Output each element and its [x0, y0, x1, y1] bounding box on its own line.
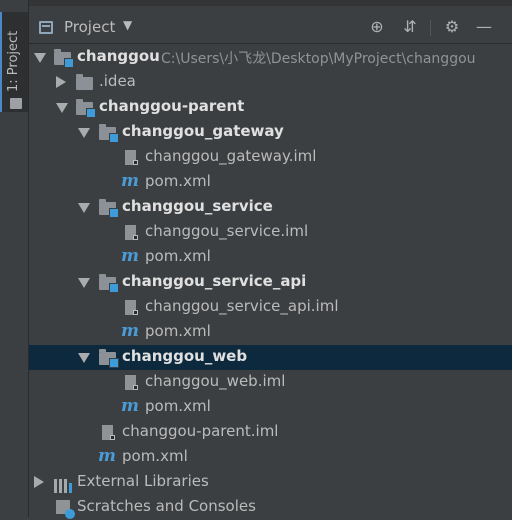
tree-row-web-pom[interactable]: m pom.xml: [29, 395, 512, 420]
gear-icon[interactable]: ⚙: [442, 17, 462, 37]
tree-label-web: changgou_web: [122, 347, 248, 365]
tree-label-scratches: Scratches and Consoles: [77, 497, 256, 515]
library-icon: [54, 475, 72, 493]
project-tree: changgou C:\Users\小飞龙\Desktop\MyProject\…: [29, 45, 512, 520]
top-edge: [0, 0, 512, 6]
tree-root-path: C:\Users\小飞龙\Desktop\MyProject\changgou: [161, 51, 476, 67]
tree-row-gateway-iml[interactable]: changgou_gateway.iml: [29, 145, 512, 170]
tree-row-service[interactable]: changgou_service: [29, 195, 512, 220]
tree-row-parent[interactable]: changgou-parent: [29, 95, 512, 120]
tree-row-service-api-iml[interactable]: changgou_service_api.iml: [29, 295, 512, 320]
chevron-down-icon[interactable]: ▼: [123, 18, 132, 32]
tree-row-parent-pom[interactable]: m pom.xml: [29, 445, 512, 470]
tree-label-root: changgou: [77, 47, 160, 65]
view-selector-title[interactable]: Project: [64, 18, 115, 36]
tree-label-service-iml: changgou_service.iml: [145, 222, 309, 240]
tree-label-parent-pom: pom.xml: [122, 447, 188, 465]
tree-label-external-libraries: External Libraries: [77, 472, 209, 490]
tree-row-idea[interactable]: .idea: [29, 70, 512, 95]
tree-label-parent-iml: changgou-parent.iml: [122, 422, 279, 440]
tree-label-idea: .idea: [99, 72, 136, 90]
module-folder-icon: [99, 124, 119, 143]
iml-file-icon: [125, 375, 138, 390]
iml-file-icon: [125, 300, 138, 315]
tree-label-service: changgou_service: [122, 197, 273, 215]
locate-icon[interactable]: ⊕: [367, 17, 387, 37]
tree-row-gateway[interactable]: changgou_gateway: [29, 120, 512, 145]
collapse-arrow-icon[interactable]: [34, 476, 44, 488]
tree-label-gateway-iml: changgou_gateway.iml: [145, 147, 317, 165]
tree-label-web-pom: pom.xml: [145, 397, 211, 415]
tree-row-external-libraries[interactable]: External Libraries: [29, 470, 512, 495]
collapse-arrow-icon[interactable]: [56, 76, 66, 88]
tree-label-gateway: changgou_gateway: [122, 122, 284, 140]
collapse-all-icon[interactable]: ⇵: [400, 17, 420, 37]
tree-row-web[interactable]: changgou_web: [29, 345, 512, 370]
maven-icon: m: [98, 446, 116, 466]
tree-label-service-api: changgou_service_api: [122, 272, 307, 290]
tree-row-gateway-pom[interactable]: m pom.xml: [29, 170, 512, 195]
module-folder-icon: [99, 349, 119, 368]
tree-row-service-pom[interactable]: m pom.xml: [29, 245, 512, 270]
iml-file-icon: [102, 425, 115, 440]
header-divider: [430, 20, 431, 36]
tree-row-service-api-pom[interactable]: m pom.xml: [29, 320, 512, 345]
folder-icon: [76, 74, 93, 90]
tree-label-service-api-iml: changgou_service_api.iml: [145, 297, 339, 315]
tree-row-service-iml[interactable]: changgou_service.iml: [29, 220, 512, 245]
tree-row-web-iml[interactable]: changgou_web.iml: [29, 370, 512, 395]
expand-arrow-icon[interactable]: [78, 128, 90, 138]
maven-icon: m: [121, 321, 139, 341]
tree-row-root[interactable]: changgou C:\Users\小飞龙\Desktop\MyProject\…: [29, 45, 512, 70]
project-tool-tab[interactable]: 1: Project: [0, 12, 28, 112]
iml-file-icon: [125, 150, 138, 165]
project-panel-header: Project ▼ ⊕ ⇵ ⚙ —: [29, 12, 512, 44]
tree-row-parent-iml[interactable]: changgou-parent.iml: [29, 420, 512, 445]
tree-label-parent: changgou-parent: [99, 97, 245, 115]
maven-icon: m: [121, 396, 139, 416]
window-icon: [39, 21, 53, 34]
tree-row-service-api[interactable]: changgou_service_api: [29, 270, 512, 295]
maven-icon: m: [121, 246, 139, 266]
module-folder-icon: [76, 99, 96, 118]
expand-arrow-icon[interactable]: [56, 103, 68, 113]
tree-row-scratches[interactable]: Scratches and Consoles: [29, 495, 512, 520]
project-tool-tab-label: 1: Project: [6, 30, 21, 92]
module-folder-icon: [54, 49, 74, 68]
tree-label-web-iml: changgou_web.iml: [145, 372, 286, 390]
tree-label-service-api-pom: pom.xml: [145, 322, 211, 340]
tree-label-service-pom: pom.xml: [145, 247, 211, 265]
scratches-icon: [56, 500, 75, 519]
hide-icon[interactable]: —: [474, 17, 494, 37]
iml-file-icon: [125, 225, 138, 240]
expand-arrow-icon[interactable]: [78, 203, 90, 213]
expand-arrow-icon[interactable]: [78, 278, 90, 288]
tree-label-gateway-pom: pom.xml: [145, 172, 211, 190]
expand-arrow-icon[interactable]: [34, 53, 46, 63]
expand-arrow-icon[interactable]: [78, 353, 90, 363]
module-folder-icon: [99, 199, 119, 218]
module-folder-icon: [99, 274, 119, 293]
folder-icon: [10, 98, 22, 109]
tool-window-strip: 1: Project: [0, 0, 29, 517]
maven-icon: m: [121, 171, 139, 191]
